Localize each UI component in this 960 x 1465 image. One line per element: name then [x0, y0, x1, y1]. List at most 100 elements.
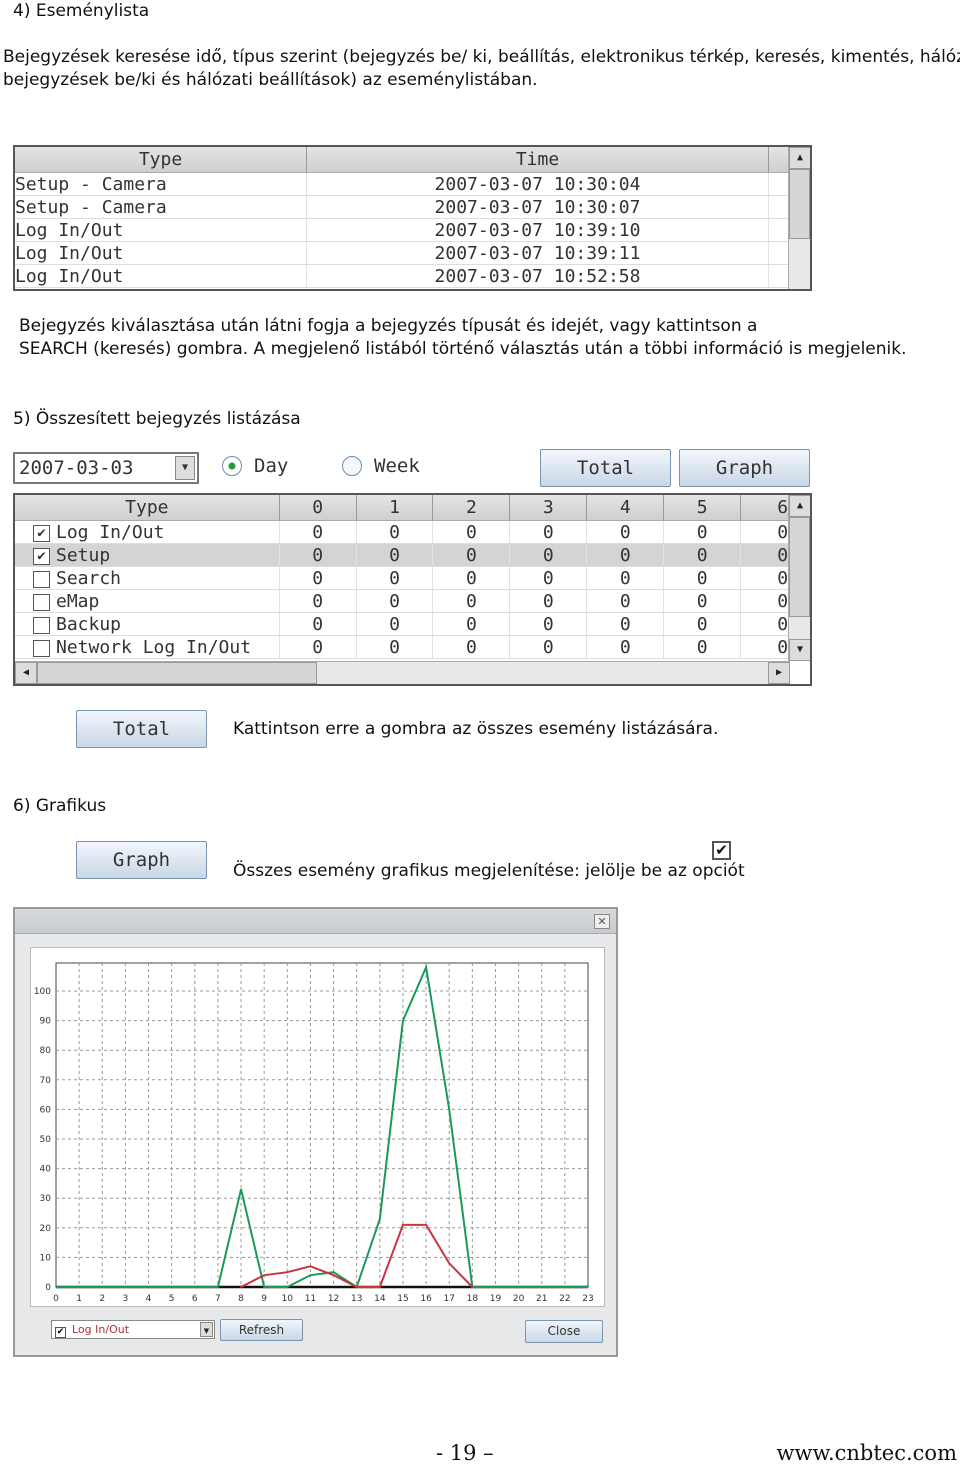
checkbox-unchecked[interactable] [33, 593, 50, 611]
cell-type: Log In/Out [15, 242, 307, 264]
scroll-up-icon[interactable]: ▲ [789, 147, 810, 169]
date-select[interactable]: 2007-03-03 ▼ [13, 452, 199, 484]
scroll-left-icon[interactable]: ◀ [15, 662, 37, 684]
x-tick-label: 13 [351, 1294, 362, 1304]
checkbox-checked[interactable]: ✔ [33, 524, 50, 542]
close-button[interactable]: Close [525, 1320, 603, 1343]
series-select[interactable]: ✔ Log In/Out ▼ [51, 1320, 215, 1339]
cell-count: 0 [280, 590, 357, 612]
x-tick-label: 19 [490, 1294, 502, 1304]
x-tick-label: 9 [261, 1294, 267, 1304]
scroll-down-icon[interactable]: ▼ [789, 639, 810, 661]
checkbox-checked-icon: ✔ [712, 841, 731, 860]
x-tick-label: 0 [53, 1294, 59, 1304]
data-point [332, 1274, 335, 1276]
x-tick-label: 14 [374, 1294, 386, 1304]
radio-unselected-icon[interactable] [342, 456, 362, 476]
cell-count: 0 [357, 567, 434, 589]
data-point [309, 1265, 312, 1268]
footer-url: www.cnbtec.com [776, 1441, 957, 1465]
table-row[interactable]: ✔ Log In/Out 0 0 0 0 0 0 0 [15, 521, 788, 544]
col-type[interactable]: Type [15, 147, 307, 172]
cell-type: Log In/Out [15, 265, 307, 287]
cell-count: 0 [510, 590, 588, 612]
checkbox-unchecked[interactable] [33, 570, 50, 588]
chevron-down-icon[interactable]: ▼ [175, 456, 195, 480]
table-row[interactable]: Setup - Camera 2007-03-07 10:30:04 [15, 173, 788, 196]
table-row[interactable]: ✔ Setup 0 0 0 0 0 0 0 [15, 544, 788, 567]
radio-week[interactable]: Week [342, 455, 420, 477]
cell-count: 0 [280, 521, 357, 543]
cell-count: 0 [664, 590, 742, 612]
x-tick-label: 8 [238, 1294, 244, 1304]
col-header[interactable]: 6 [741, 495, 788, 520]
cell-count: 0 [433, 636, 511, 658]
scroll-up-icon[interactable]: ▲ [789, 495, 810, 517]
col-header[interactable]: 4 [587, 495, 665, 520]
cell-count: 0 [510, 567, 588, 589]
graph-button-example[interactable]: Graph [76, 841, 207, 879]
checkbox-checked-icon[interactable]: ✔ [55, 1327, 66, 1338]
col-time[interactable]: Time [307, 147, 769, 172]
radio-selected-icon[interactable] [222, 456, 242, 476]
table-row[interactable]: Backup 0 0 0 0 0 0 0 [15, 613, 788, 636]
table-row[interactable]: Setup - Camera 2007-03-07 10:30:07 [15, 196, 788, 219]
data-point [402, 1019, 404, 1022]
table-row[interactable]: Log In/Out 2007-03-07 10:39:10 [15, 219, 788, 242]
graph-button[interactable]: Graph [679, 449, 810, 487]
checkbox-unchecked[interactable] [33, 639, 50, 657]
table-row[interactable]: Log In/Out 2007-03-07 10:52:58 [15, 265, 788, 288]
close-icon[interactable]: ✕ [594, 914, 610, 929]
x-tick-label: 18 [467, 1294, 479, 1304]
checkbox-unchecked[interactable] [33, 616, 50, 634]
table-row[interactable]: Network Log In/Out 0 0 0 0 0 0 0 [15, 636, 788, 659]
horizontal-scrollbar[interactable]: ◀ ▶ [15, 661, 790, 684]
data-point [448, 1262, 451, 1265]
x-tick-label: 1 [76, 1294, 82, 1304]
cell-count: 0 [777, 637, 789, 658]
data-point [240, 1188, 242, 1191]
scroll-thumb[interactable] [789, 169, 810, 239]
table-row[interactable]: Log In/Out 2007-03-07 10:39:11 [15, 242, 788, 265]
scroll-thumb[interactable] [37, 662, 317, 684]
data-point [402, 1224, 404, 1226]
col-header[interactable]: 3 [510, 495, 588, 520]
data-point [448, 1108, 451, 1111]
data-point [217, 1286, 219, 1288]
table-row[interactable]: Search 0 0 0 0 0 0 0 [15, 567, 788, 590]
col-header[interactable]: Type [15, 495, 280, 520]
cell-time: 2007-03-07 10:30:04 [307, 173, 769, 195]
page-number: - 19 – [436, 1441, 494, 1465]
data-point [170, 1286, 173, 1288]
cell-type: Log In/Out [15, 219, 307, 241]
cell-count: 0 [664, 567, 742, 589]
col-header[interactable]: 0 [280, 495, 357, 520]
data-point [240, 1286, 242, 1288]
section4-note-1: Bejegyzés kiválasztása után látni fogja … [19, 316, 758, 336]
col-header[interactable]: 1 [357, 495, 434, 520]
y-tick-label: 50 [40, 1135, 52, 1145]
cell-count: 0 [280, 544, 357, 566]
refresh-button[interactable]: Refresh [220, 1319, 303, 1341]
total-button-example[interactable]: Total [76, 710, 207, 748]
x-tick-label: 22 [559, 1294, 570, 1304]
radio-day[interactable]: Day [222, 455, 288, 477]
table-row[interactable]: eMap 0 0 0 0 0 0 0 [15, 590, 788, 613]
section4-para-1: Bejegyzések keresése idő, típus szerint … [3, 47, 960, 67]
total-button[interactable]: Total [540, 449, 671, 487]
section6-heading: 6) Grafikus [13, 796, 107, 816]
cell-count: 0 [357, 613, 434, 635]
data-point [355, 1286, 358, 1288]
vertical-scrollbar[interactable]: ▲ ▼ [788, 495, 810, 661]
vertical-scrollbar[interactable]: ▲ [788, 147, 810, 289]
scroll-right-icon[interactable]: ▶ [768, 662, 790, 684]
cell-count: 0 [777, 614, 789, 635]
scroll-thumb[interactable] [789, 517, 810, 617]
checkbox-checked[interactable]: ✔ [33, 547, 50, 565]
chevron-down-icon[interactable]: ▼ [200, 1322, 213, 1337]
x-tick-label: 23 [582, 1294, 593, 1304]
col-header[interactable]: 5 [664, 495, 742, 520]
cell-time: 2007-03-07 10:39:10 [307, 219, 769, 241]
data-point [471, 1286, 474, 1288]
col-header[interactable]: 2 [433, 495, 511, 520]
